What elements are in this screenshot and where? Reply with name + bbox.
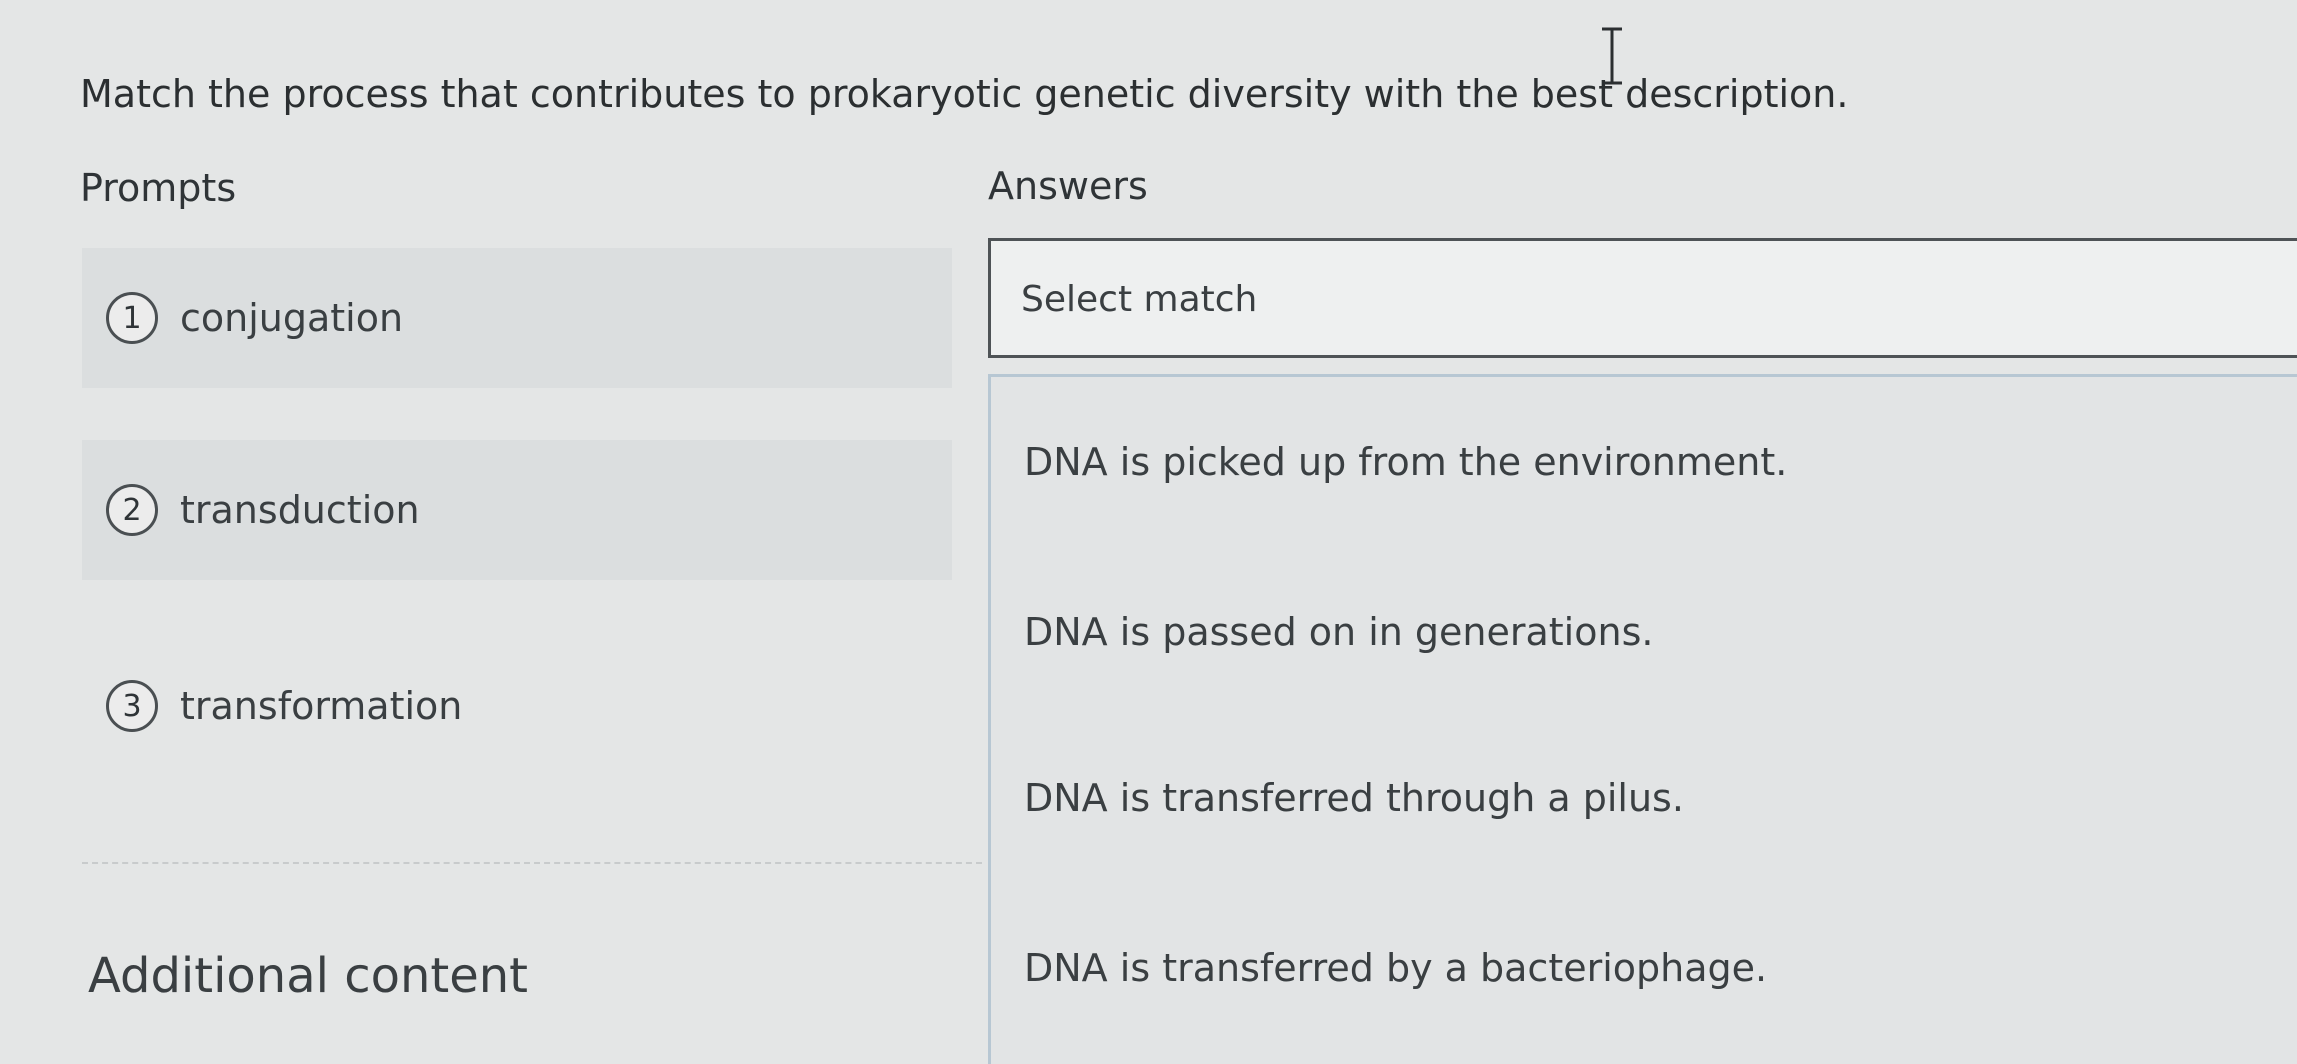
prompt-label: transformation	[180, 684, 463, 728]
prompt-number-badge: 2	[106, 484, 158, 536]
prompt-number-badge: 3	[106, 680, 158, 732]
answer-option[interactable]: DNA is transferred through a pilus.	[1024, 776, 1684, 820]
prompt-item[interactable]: 1 conjugation	[82, 248, 952, 388]
prompt-item[interactable]: 3 transformation	[82, 636, 952, 776]
match-drop-zone[interactable]: Select match	[988, 238, 2297, 358]
prompt-item[interactable]: 2 transduction	[82, 440, 952, 580]
answer-option[interactable]: DNA is transferred by a bacteriophage.	[1024, 946, 1767, 990]
text-cursor-icon	[1602, 27, 1622, 85]
answers-header: Answers	[988, 164, 1148, 208]
additional-content-heading: Additional content	[88, 948, 528, 1004]
question-text: Match the process that contributes to pr…	[80, 72, 1849, 116]
prompts-header: Prompts	[80, 166, 237, 210]
prompt-label: transduction	[180, 488, 420, 532]
drop-zone-placeholder: Select match	[1021, 279, 1258, 320]
prompt-number-badge: 1	[106, 292, 158, 344]
prompt-label: conjugation	[180, 296, 404, 340]
answer-option[interactable]: DNA is picked up from the environment.	[1024, 440, 1787, 484]
section-divider	[82, 862, 982, 864]
answer-option[interactable]: DNA is passed on in generations.	[1024, 610, 1653, 654]
